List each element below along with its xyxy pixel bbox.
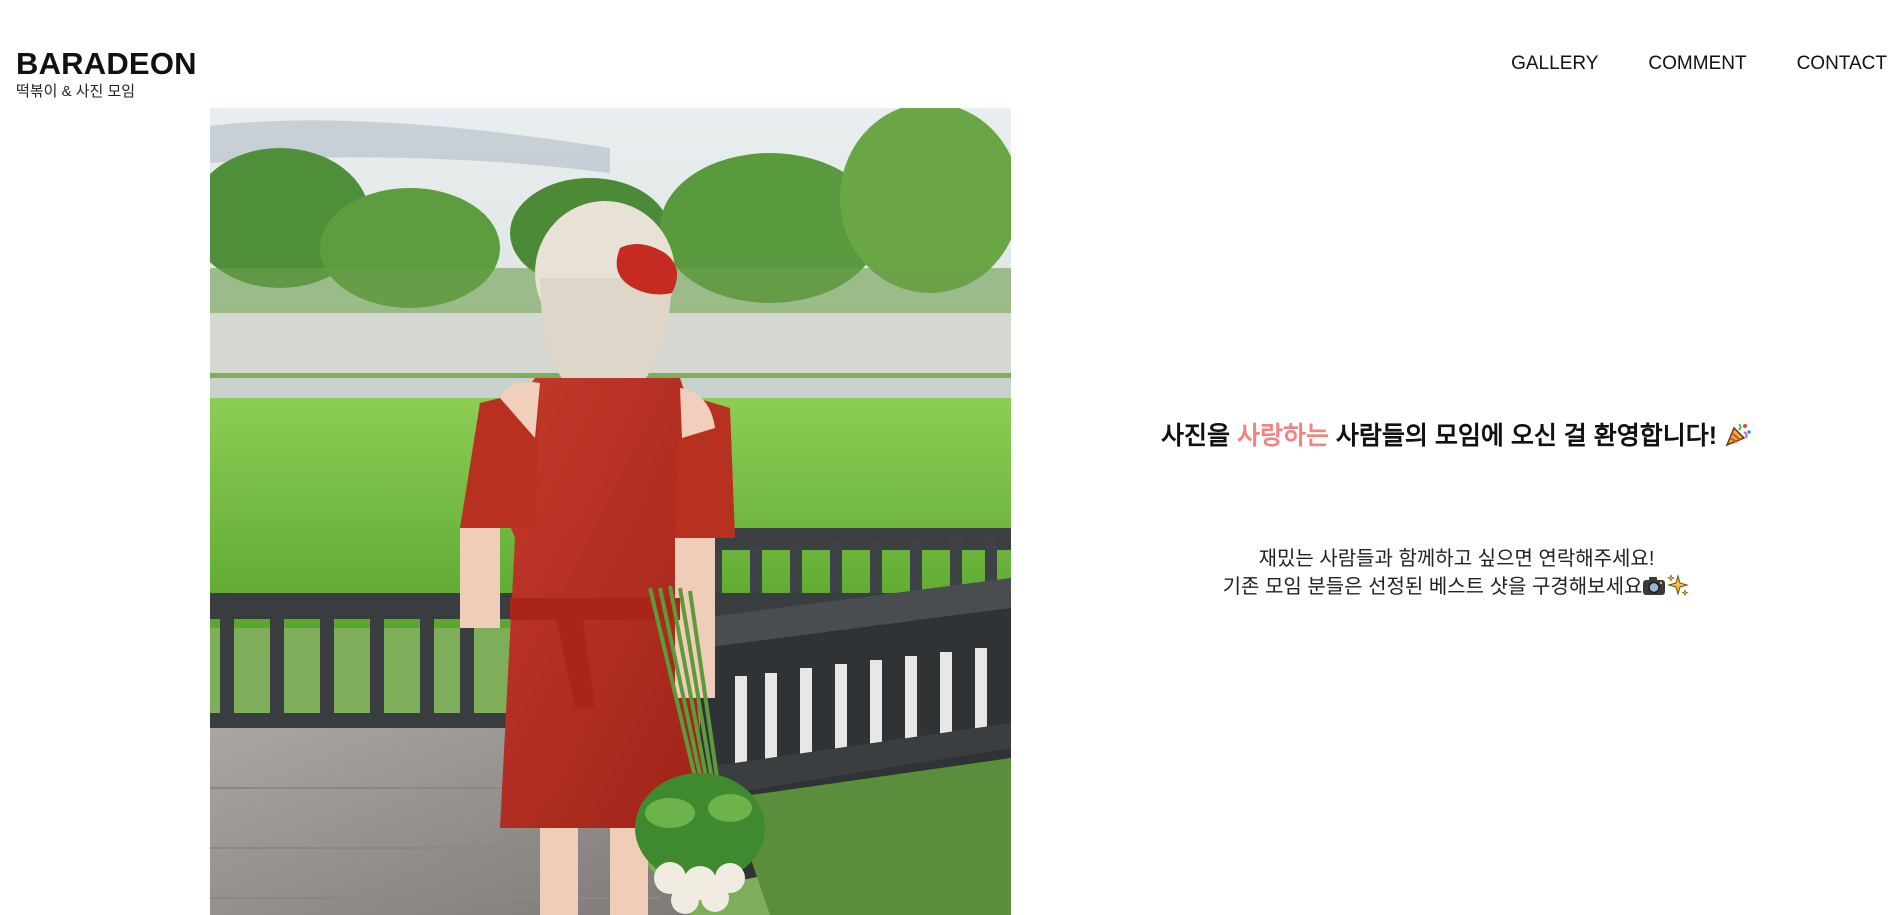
brand-title[interactable]: BARADEON [16,46,197,82]
brand[interactable]: BARADEON 떡볶이 & 사진 모임 [16,46,197,102]
hero-photo [210,108,1011,915]
invite-text: 재밌는 사람들과 함께하고 싶으면 연락해주세요! 기존 모임 분들은 선정된 … [1012,545,1901,605]
welcome-heading: 사진을 사랑하는 사람들의 모임에 오신 걸 환영합니다! [1012,419,1901,457]
woman-in-red-dress-photo [210,108,1011,915]
welcome-text-after: 사람들의 모임에 오신 걸 환영합니다! [1335,422,1718,450]
invite-line-2-wrap: 기존 모임 분들은 선정된 베스트 샷을 구경해보세요 [1012,573,1901,605]
invite-line-1: 재밌는 사람들과 함께하고 싶으면 연락해주세요! [1258,548,1655,570]
welcome-text-before: 사진을 [1160,422,1230,450]
nav-contact[interactable]: CONTACT [1797,52,1887,76]
main-nav: GALLERY COMMENT CONTACT [1511,52,1887,76]
nav-comment[interactable]: COMMENT [1648,52,1746,76]
camera-icon [1642,575,1666,605]
page: BARADEON 떡볶이 & 사진 모임 GALLERY COMMENT CON… [0,0,1901,915]
brand-tagline: 떡볶이 & 사진 모임 [16,83,136,100]
invite-line-2: 기존 모임 분들은 선정된 베스트 샷을 구경해보세요 [1222,576,1643,598]
welcome-accent: 사랑하는 [1236,422,1329,450]
party-popper-icon [1724,420,1752,457]
nav-gallery[interactable]: GALLERY [1511,52,1598,76]
sparkles-icon [1666,573,1690,605]
